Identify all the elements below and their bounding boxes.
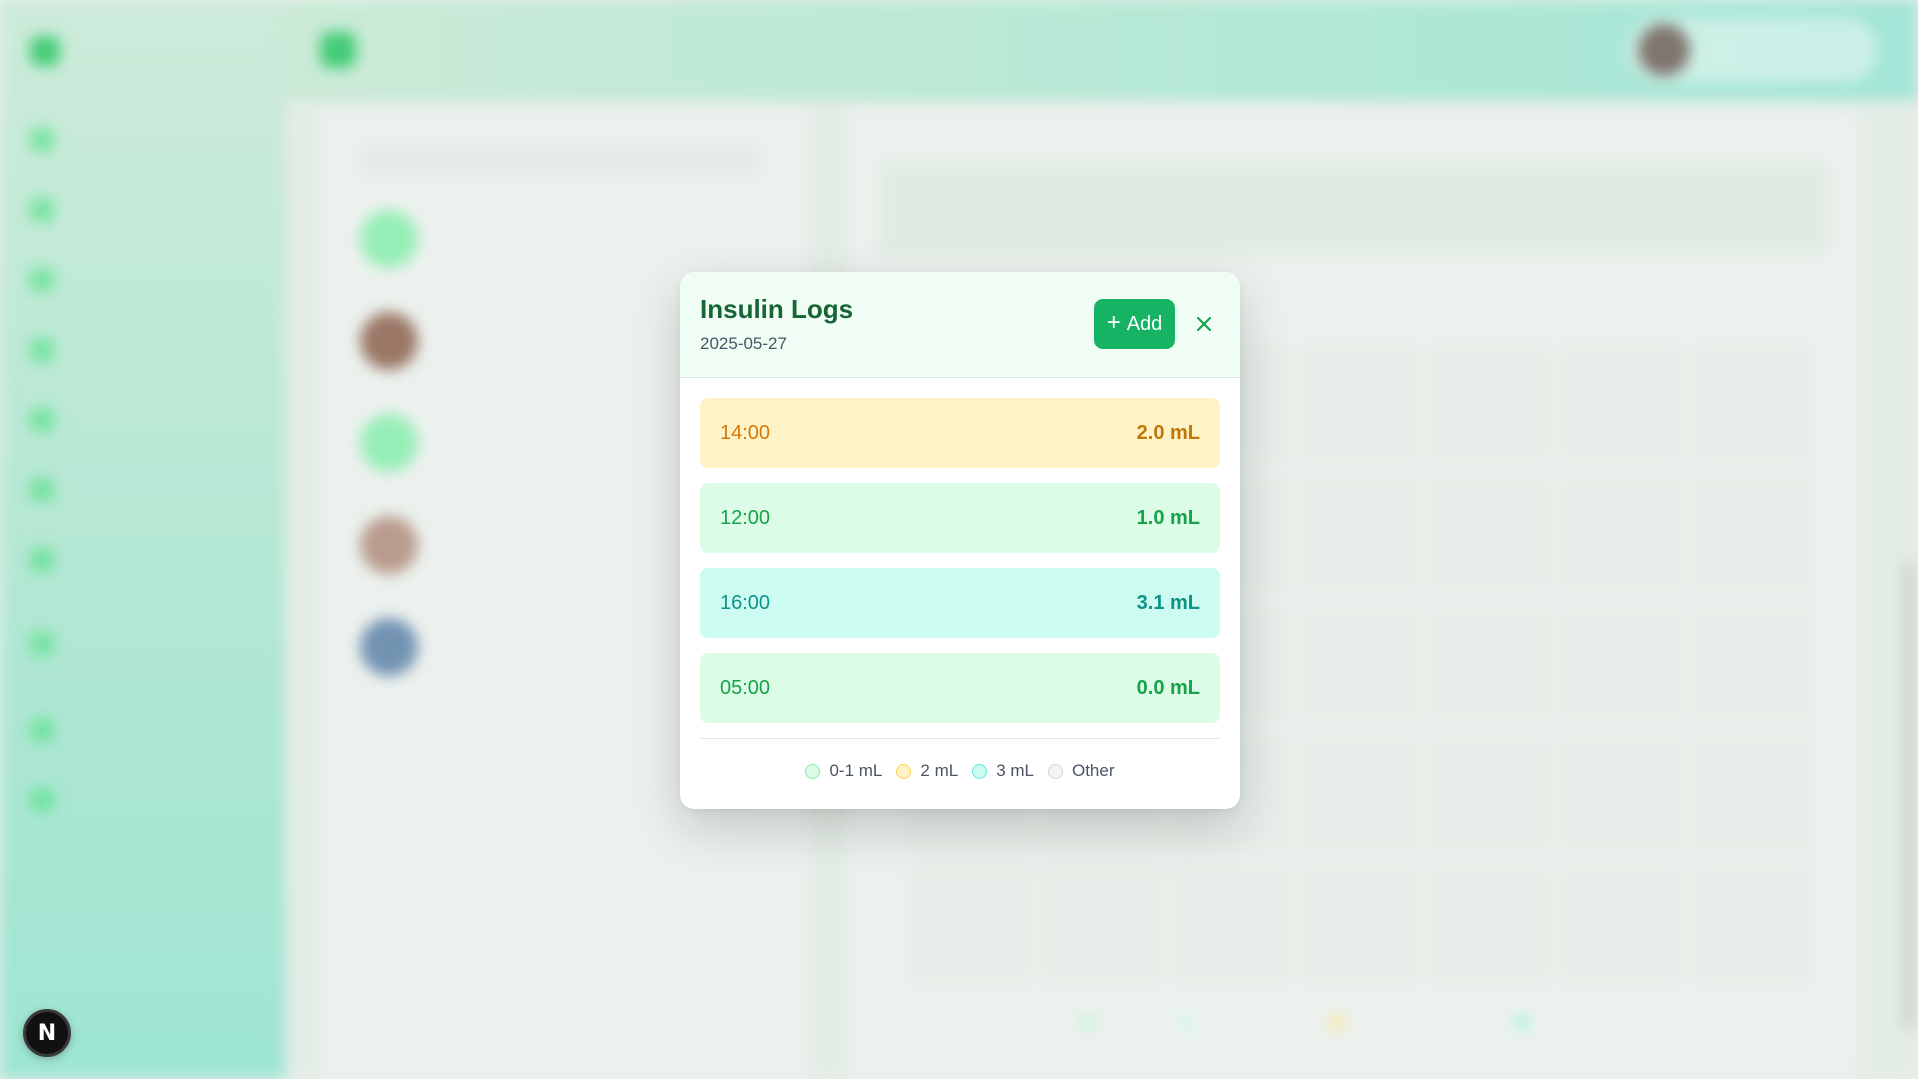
legend-label: 3 mL <box>996 761 1034 780</box>
dose-legend: 0-1 mL 2 mL 3 mL Other <box>680 761 1240 781</box>
nextjs-dev-badge[interactable]: N <box>23 1009 71 1057</box>
log-entry[interactable]: 12:00 1.0 mL <box>700 483 1220 553</box>
legend-item: 2 mL <box>896 761 958 781</box>
legend-label: 0-1 mL <box>829 761 883 780</box>
modal-date: 2025-05-27 <box>700 334 787 353</box>
log-amount: 2.0 mL <box>1136 421 1200 444</box>
log-entry[interactable]: 14:00 2.0 mL <box>700 398 1220 468</box>
add-log-button[interactable]: + Add <box>1094 299 1175 349</box>
log-amount: 3.1 mL <box>1136 591 1200 614</box>
log-time: 12:00 <box>720 506 771 529</box>
legend-dot-icon <box>1047 763 1063 779</box>
legend-item: Other <box>1047 761 1115 781</box>
log-time: 05:00 <box>720 676 771 699</box>
close-modal-button[interactable] <box>1188 308 1220 340</box>
plus-icon: + <box>1106 309 1121 336</box>
log-amount: 1.0 mL <box>1136 506 1200 529</box>
legend-item: 0-1 mL <box>805 761 882 781</box>
close-icon <box>1196 316 1212 332</box>
log-entry[interactable]: 05:00 0.0 mL <box>700 653 1220 723</box>
divider <box>700 738 1220 739</box>
log-entry[interactable]: 16:00 3.1 mL <box>700 568 1220 638</box>
legend-dot-icon <box>896 763 912 779</box>
nextjs-logo-icon: N <box>37 1020 57 1046</box>
log-time: 14:00 <box>720 421 771 444</box>
log-list: 14:00 2.0 mL 12:00 1.0 mL 16:00 3.1 mL 0… <box>680 378 1240 723</box>
legend-dot-icon <box>805 763 821 779</box>
log-time: 16:00 <box>720 591 771 614</box>
log-amount: 0.0 mL <box>1136 676 1200 699</box>
legend-label: Other <box>1071 761 1115 780</box>
modal-title: Insulin Logs <box>700 294 854 324</box>
insulin-logs-modal: Insulin Logs 2025-05-27 + Add 14:00 2.0 … <box>680 272 1240 809</box>
add-button-label: Add <box>1126 312 1163 335</box>
legend-dot-icon <box>972 763 988 779</box>
legend-item: 3 mL <box>972 761 1034 781</box>
modal-header: Insulin Logs 2025-05-27 + Add <box>680 272 1240 378</box>
legend-label: 2 mL <box>920 761 959 780</box>
